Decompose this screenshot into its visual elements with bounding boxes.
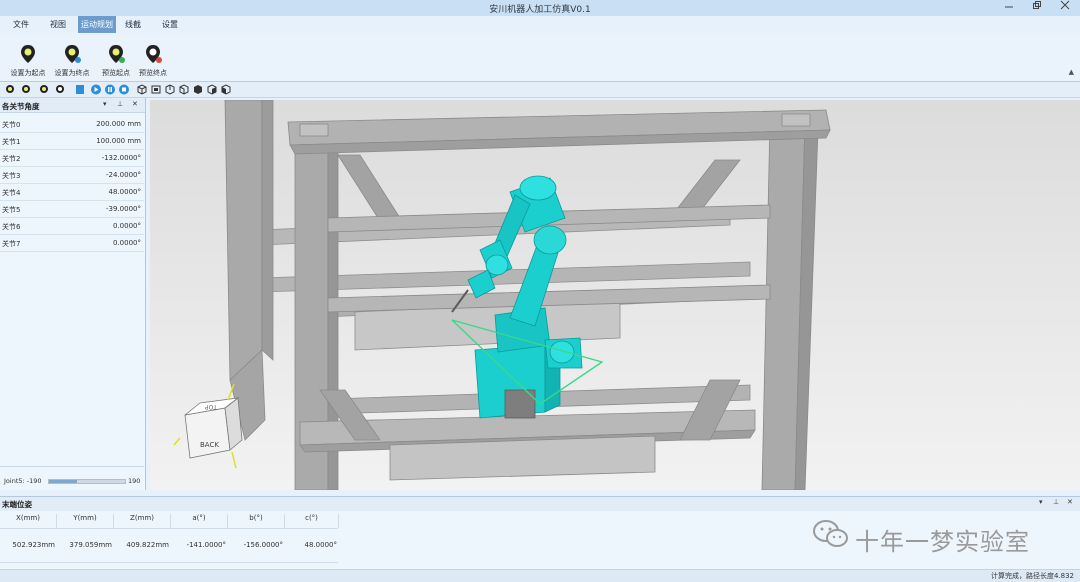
joint-value: 200.000 mm — [96, 120, 141, 128]
view-top-icon[interactable] — [206, 84, 218, 95]
minimize-button[interactable] — [996, 0, 1022, 16]
pose-header-y: Y(mm) — [57, 514, 114, 528]
pose-value-y: 379.059mm — [69, 541, 112, 549]
pose-header-a: a(°) — [171, 514, 228, 528]
close-button[interactable] — [1052, 0, 1078, 16]
restore-button[interactable] — [1024, 0, 1050, 16]
view-iso-icon[interactable] — [136, 84, 148, 95]
close-icon — [1060, 0, 1070, 10]
status-text: 计算完成，路径长度4.832 — [990, 572, 1074, 580]
panel-divider — [0, 466, 144, 467]
pin-end-icon[interactable] — [20, 84, 32, 95]
end-pose-header — [0, 496, 1080, 512]
joint-name: 关节1 — [2, 138, 21, 146]
pose-value-c: 48.0000° — [304, 541, 337, 549]
tab-motion-planning[interactable]: 运动规划 — [78, 16, 116, 33]
status-bar — [0, 569, 1080, 582]
joint-name: 关节0 — [2, 121, 21, 129]
minimize-icon — [1005, 6, 1013, 8]
set-start-button[interactable]: 设置为起点 — [6, 39, 50, 79]
tab-line-section[interactable]: 线截 — [118, 16, 148, 33]
tab-view[interactable]: 视图 — [40, 16, 76, 33]
view-right-icon[interactable] — [192, 84, 204, 95]
joint-panel-title: 各关节角度 — [2, 102, 40, 111]
joint-slider-max: 190 — [128, 477, 141, 485]
set-end-button[interactable]: 设置为终点 — [50, 39, 94, 79]
view-toolbar — [0, 82, 1080, 98]
preview-start-icon — [109, 45, 125, 63]
joint-value: 100.000 mm — [96, 137, 141, 145]
bottom-dropdown-icon[interactable]: ▾ — [1039, 498, 1043, 506]
panel-pin-icon[interactable]: ⊥ — [117, 100, 123, 108]
joint-value: -39.0000° — [106, 205, 141, 213]
pose-header-x: X(mm) — [0, 514, 57, 528]
joint-name: 关节3 — [2, 172, 21, 180]
pause-icon[interactable] — [104, 84, 116, 95]
joint-name: 关节7 — [2, 240, 21, 248]
pose-header-c: c(°) — [285, 514, 339, 528]
tab-settings[interactable]: 设置 — [152, 16, 188, 33]
viewcube-back-label[interactable]: BACK — [200, 441, 219, 449]
pose-header-z: Z(mm) — [114, 514, 171, 528]
joint-value: -132.0000° — [101, 154, 141, 162]
collapse-ribbon-icon[interactable]: ▲ — [1069, 68, 1074, 76]
joint-value: 0.0000° — [113, 239, 141, 247]
joint-value: 48.0000° — [108, 188, 141, 196]
joint-name: 关节6 — [2, 223, 21, 231]
pose-value-a: -141.0000° — [186, 541, 226, 549]
pose-value-b: -156.0000° — [243, 541, 283, 549]
pin-start-icon[interactable] — [4, 84, 16, 95]
pose-value-x: 502.923mm — [12, 541, 55, 549]
robot-scene[interactable]: BACK TOP — [150, 100, 1080, 490]
stop-icon[interactable] — [118, 84, 130, 95]
view-back-icon[interactable] — [164, 84, 176, 95]
tab-file[interactable]: 文件 — [4, 16, 38, 33]
preview-end-icon — [146, 45, 162, 63]
panel-dropdown-icon[interactable]: ▾ — [103, 100, 107, 108]
joint-value: 0.0000° — [113, 222, 141, 230]
panel-close-icon[interactable]: ✕ — [132, 100, 138, 108]
grid-line — [0, 528, 338, 529]
set-end-point-icon — [65, 45, 81, 63]
pose-value-z: 409.822mm — [126, 541, 169, 549]
3d-viewport[interactable]: BACK TOP — [150, 100, 1080, 490]
set-start-point-icon — [21, 45, 35, 63]
pin-preview-end-icon[interactable] — [54, 84, 66, 95]
joint-name: 关节5 — [2, 206, 21, 214]
set-end-label: 设置为终点 — [54, 69, 90, 77]
joint-slider-fill[interactable] — [49, 480, 77, 483]
set-start-label: 设置为起点 — [10, 69, 46, 77]
window-title: 安川机器人加工仿真V0.1 — [489, 5, 591, 15]
watermark-text: 十年一梦实验室 — [855, 528, 1030, 556]
view-left-icon[interactable] — [178, 84, 190, 95]
joint-name: 关节4 — [2, 189, 21, 197]
end-pose-title: 末端位姿 — [2, 500, 32, 509]
play-icon[interactable] — [90, 84, 102, 95]
wechat-icon — [813, 520, 848, 547]
view-front-icon[interactable] — [150, 84, 162, 95]
bottom-pin-icon[interactable]: ⊥ — [1053, 498, 1059, 506]
preview-end-button[interactable]: 预览终点 — [131, 39, 175, 79]
joint-value: -24.0000° — [106, 171, 141, 179]
pin-preview-start-icon[interactable] — [38, 84, 50, 95]
grid-line — [0, 562, 338, 563]
restore-icon — [1033, 1, 1041, 9]
joint-name: 关节2 — [2, 155, 21, 163]
viewcube-top-label[interactable]: TOP — [205, 403, 218, 410]
export-icon[interactable] — [74, 84, 86, 95]
bottom-close-icon[interactable]: ✕ — [1067, 498, 1073, 506]
view-bottom-icon[interactable] — [220, 84, 232, 95]
pose-header-b: b(°) — [228, 514, 285, 528]
preview-end-label: 预览终点 — [139, 69, 167, 77]
joint-slider-label: Joint5: -190 — [4, 477, 42, 485]
